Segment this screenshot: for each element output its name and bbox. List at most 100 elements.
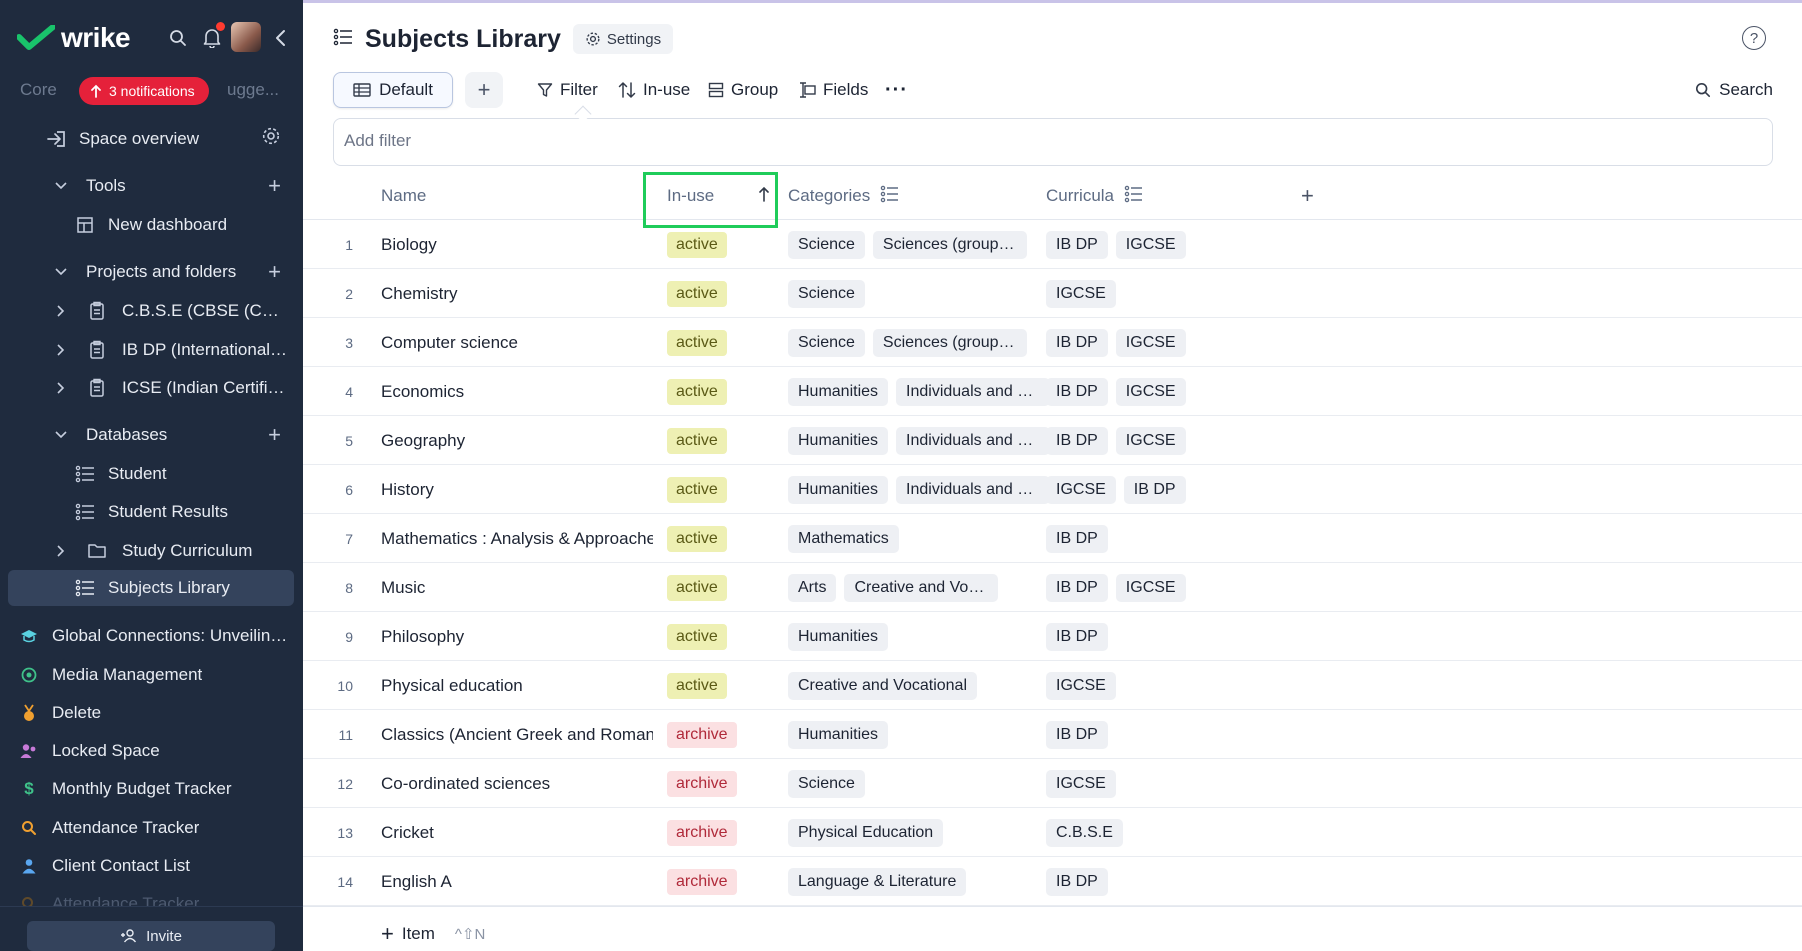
sidebar-item-project-cbse[interactable]: C.B.S.E (CBSE (Central Board of Secondar…: [0, 293, 288, 329]
sort-in-use-button[interactable]: In-use: [618, 72, 690, 108]
curricula-cell[interactable]: C.B.S.E: [1046, 819, 1123, 847]
row-name[interactable]: Music: [381, 563, 653, 612]
table-row[interactable]: 10 Physical education active Creative and V…: [303, 661, 1802, 710]
categories-cell[interactable]: HumanitiesIndividuals and societies: [788, 378, 1051, 406]
more-options-icon[interactable]: ···: [885, 72, 908, 108]
categories-cell[interactable]: ArtsCreative and Vocational: [788, 574, 999, 602]
table-row[interactable]: 7 Mathematics : Analysis & Approaches acti…: [303, 514, 1802, 563]
add-view-button[interactable]: +: [465, 72, 503, 108]
row-name[interactable]: Computer science: [381, 318, 653, 367]
categories-cell[interactable]: HumanitiesIndividuals and societies: [788, 476, 1051, 504]
curricula-cell[interactable]: IB DP: [1046, 623, 1108, 651]
row-name[interactable]: Biology: [381, 220, 653, 269]
categories-cell[interactable]: Language & Literature: [788, 868, 967, 896]
sidebar-item-project-ibdp[interactable]: IB DP (International Baccalaureate Diplo…: [0, 332, 288, 368]
categories-cell[interactable]: Science: [788, 280, 865, 308]
wrike-logo[interactable]: wrike: [17, 22, 131, 54]
sidebar-space-locked-space[interactable]: Locked Space: [0, 733, 303, 769]
categories-cell[interactable]: HumanitiesIndividuals and societies: [788, 427, 1051, 455]
row-name[interactable]: Mathematics : Analysis & Approaches: [381, 514, 653, 563]
add-database-icon[interactable]: +: [268, 422, 281, 448]
row-name[interactable]: Classics (Ancient Greek and Roman): [381, 710, 653, 759]
table-row[interactable]: 9 Philosophy active Humanities IB DP: [303, 612, 1802, 661]
status-badge[interactable]: active: [667, 575, 727, 601]
status-badge[interactable]: active: [667, 281, 727, 307]
sidebar-space-media-management[interactable]: Media Management: [0, 657, 303, 693]
table-row[interactable]: 5 Geography active Humanities Individuals an…: [303, 416, 1802, 465]
table-row[interactable]: 3 Computer science active Science Sciences (…: [303, 318, 1802, 367]
categories-cell[interactable]: Mathematics: [788, 525, 899, 553]
group-button[interactable]: Group: [708, 72, 778, 108]
column-header-curricula[interactable]: Curricula: [1046, 172, 1144, 220]
sidebar-space-client-contact-list[interactable]: Client Contact List: [0, 848, 303, 884]
sidebar-item-student-results[interactable]: Student Results: [0, 494, 303, 530]
sidebar-item-tools[interactable]: Tools +: [0, 168, 303, 204]
curricula-cell[interactable]: IGCSE IB DP: [1046, 476, 1186, 504]
row-name[interactable]: Economics: [381, 367, 653, 416]
status-badge[interactable]: active: [667, 526, 727, 552]
status-badge[interactable]: active: [667, 232, 727, 258]
curricula-cell[interactable]: IB DP: [1046, 868, 1108, 896]
row-name[interactable]: Chemistry: [381, 269, 653, 318]
curricula-cell[interactable]: IGCSE: [1046, 770, 1116, 798]
view-tab-default[interactable]: Default: [333, 72, 453, 108]
add-tool-icon[interactable]: +: [268, 173, 281, 199]
search-icon[interactable]: [164, 24, 192, 52]
curricula-cell[interactable]: IB DP: [1046, 721, 1108, 749]
curricula-cell[interactable]: IB DP IGCSE: [1046, 427, 1186, 455]
space-core[interactable]: Core ugge...: [20, 80, 279, 100]
sidebar-space-delete[interactable]: Delete: [0, 695, 303, 731]
categories-cell[interactable]: Humanities: [788, 721, 889, 749]
curricula-cell[interactable]: IB DP: [1046, 525, 1108, 553]
sidebar-item-project-icse[interactable]: ICSE (Indian Certificate of Secondary Ed…: [0, 370, 288, 406]
sidebar-item-projects-and-folders[interactable]: Projects and folders +: [0, 254, 303, 290]
row-name[interactable]: English A: [381, 857, 653, 906]
categories-cell[interactable]: Creative and Vocational: [788, 672, 977, 700]
row-name[interactable]: Philosophy: [381, 612, 653, 661]
table-row[interactable]: 8 Music active ArtsCreative and Vocational I…: [303, 563, 1802, 612]
table-row[interactable]: 11 Classics (Ancient Greek and Roman) arch…: [303, 710, 1802, 759]
status-badge[interactable]: archive: [667, 820, 737, 846]
sidebar-item-subjects-library[interactable]: Subjects Library: [8, 570, 294, 606]
sidebar-item-databases[interactable]: Databases +: [0, 417, 303, 453]
table-row[interactable]: 2 Chemistry active Science IGCSE: [303, 269, 1802, 318]
sidebar-space-attendance-tracker[interactable]: Attendance Tracker: [0, 810, 303, 846]
add-column-button[interactable]: +: [1301, 172, 1314, 220]
avatar[interactable]: [231, 22, 261, 52]
categories-cell[interactable]: Science: [788, 770, 865, 798]
status-badge[interactable]: archive: [667, 771, 737, 797]
gear-icon[interactable]: [261, 126, 281, 152]
table-row[interactable]: 6 History active Humanities Individuals and …: [303, 465, 1802, 514]
status-badge[interactable]: active: [667, 673, 727, 699]
column-header-name[interactable]: Name: [381, 172, 426, 220]
filter-button[interactable]: Filter: [537, 72, 598, 108]
categories-cell[interactable]: Humanities: [788, 623, 889, 651]
status-badge[interactable]: active: [667, 428, 727, 454]
curricula-cell[interactable]: IB DP IGCSE: [1046, 574, 1186, 602]
status-badge[interactable]: active: [667, 330, 727, 356]
categories-cell[interactable]: Science Sciences (group 4): [788, 329, 1027, 357]
row-name[interactable]: Co-ordinated sciences: [381, 759, 653, 808]
fields-button[interactable]: Fields: [798, 72, 868, 108]
invite-button[interactable]: Invite: [27, 921, 275, 951]
row-name[interactable]: Geography: [381, 416, 653, 465]
row-name[interactable]: Cricket: [381, 808, 653, 857]
status-badge[interactable]: active: [667, 624, 727, 650]
notifications-pill[interactable]: 3 notifications: [79, 77, 209, 105]
status-badge[interactable]: archive: [667, 722, 737, 748]
table-row[interactable]: 4 Economics active Humanities Individuals an…: [303, 367, 1802, 416]
curricula-cell[interactable]: IB DP IGCSE: [1046, 378, 1186, 406]
status-badge[interactable]: active: [667, 379, 727, 405]
categories-cell[interactable]: Physical Education: [788, 819, 944, 847]
curricula-cell[interactable]: IB DP IGCSE: [1046, 231, 1186, 259]
sidebar-item-space-overview[interactable]: Space overview: [0, 121, 303, 157]
curricula-cell[interactable]: IB DP IGCSE: [1046, 329, 1186, 357]
settings-button[interactable]: Settings: [572, 24, 674, 54]
add-project-icon[interactable]: +: [268, 259, 281, 285]
sidebar-space-monthly-budget-tracker[interactable]: $ Monthly Budget Tracker: [0, 771, 303, 807]
sidebar-item-new-dashboard[interactable]: New dashboard: [0, 207, 303, 243]
add-filter-input[interactable]: [344, 131, 944, 151]
categories-cell[interactable]: Science Sciences (group 4): [788, 231, 1027, 259]
table-row[interactable]: 1 Biology active Science Sciences (group 4) I…: [303, 220, 1802, 269]
status-badge[interactable]: archive: [667, 869, 737, 895]
